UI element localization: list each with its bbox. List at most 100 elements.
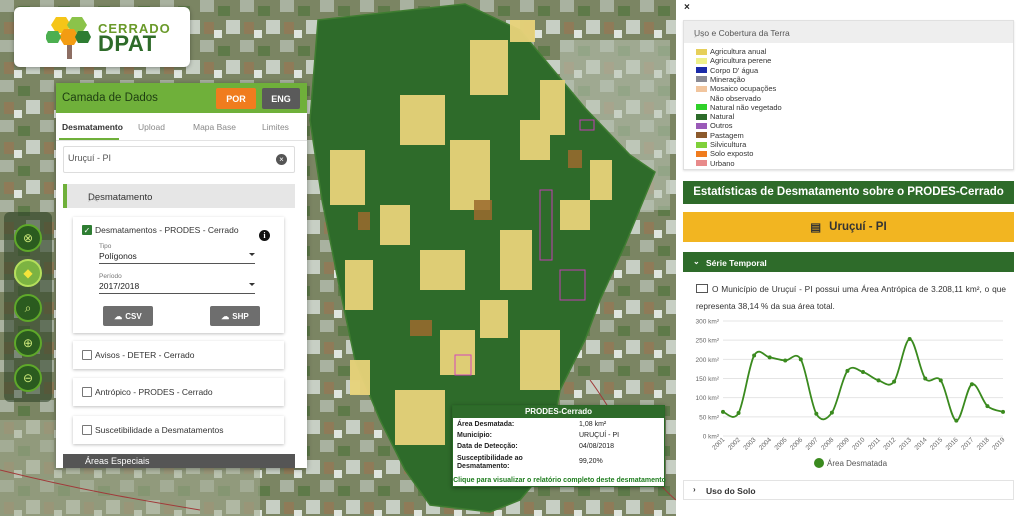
dropdown-arrow-icon [249, 283, 255, 286]
y-tick-label: 200 km² [696, 357, 720, 364]
panel-tabs: Desmatamento Upload Mapa Base Limites [56, 113, 307, 141]
data-point [923, 376, 928, 381]
legend-swatch [696, 150, 707, 157]
legend-swatch [696, 76, 707, 83]
layer-checkbox-suscetibilidade[interactable] [82, 425, 92, 435]
popup-key: Data de Detecção: [457, 443, 518, 450]
search-input[interactable] [68, 153, 258, 163]
periodo-select[interactable]: 2017/2018 [99, 281, 255, 294]
zoom-out-button[interactable]: ⊖ [14, 364, 42, 392]
time-series-chart: 0 km²50 km²100 km²150 km²200 km²250 km²3… [696, 319, 1007, 468]
accordion-title: Série Temporal [706, 258, 767, 268]
legend-label: Corpo D' água [710, 65, 759, 75]
shp-label: SHP [232, 311, 249, 321]
tab-desmatamento[interactable]: Desmatamento [62, 122, 123, 132]
csv-label: CSV [125, 311, 142, 321]
legend-item: Solo exposto [696, 149, 753, 158]
dropdown-arrow-icon [249, 253, 255, 256]
legend-label: Solo exposto [710, 149, 754, 159]
section-desmatamento-header[interactable]: Desmatamento ︿ [63, 184, 295, 208]
periodo-value: 2017/2018 [99, 281, 140, 291]
layer-checkbox-deter[interactable] [82, 350, 92, 360]
layer-label-prodes: Desmatamentos - PRODES - Cerrado [95, 225, 239, 235]
lang-eng-button[interactable]: ENG [262, 88, 300, 109]
data-point [767, 355, 772, 360]
close-layers-tool-button[interactable]: ⊗ [14, 224, 42, 252]
legend-swatch [696, 57, 707, 64]
series-line [722, 338, 1004, 422]
legend-label: Natural [710, 112, 735, 122]
popup-value: 04/08/2018 [579, 443, 615, 450]
clear-search-button[interactable]: × [276, 154, 287, 165]
search-icon: ⌕ [24, 300, 32, 315]
close-sidebar-button[interactable]: × [684, 2, 690, 13]
legend-item: Outros [696, 121, 733, 130]
x-tick-label: 2017 [960, 436, 975, 451]
x-tick-label: 2014 [913, 436, 928, 451]
info-icon[interactable]: i [259, 230, 270, 241]
stats-title: Estatísticas de Desmatamento sobre o PRO… [683, 181, 1014, 204]
data-point [954, 418, 959, 423]
popup-value: 99,20% [579, 458, 603, 465]
accordion-uso-do-solo[interactable]: › Uso do Solo [683, 480, 1014, 500]
deforestation-popup: PRODES-Cerrado Área Desmatada: 1,08 km² M… [452, 405, 666, 487]
layer-label-deter: Avisos - DETER - Cerrado [95, 350, 195, 360]
x-tick-label: 2003 [742, 436, 757, 451]
x-tick-label: 2015 [929, 436, 944, 451]
legend-item: Agricultura anual [696, 47, 766, 56]
layer-checkbox-prodes[interactable]: ✓ [82, 225, 92, 235]
data-point [969, 382, 974, 387]
layer-card-suscetibilidade: Suscetibilidade a Desmatamentos [73, 416, 284, 444]
data-point [907, 337, 912, 342]
popup-key: Susceptibilidade ao Desmatamento: [457, 455, 523, 470]
document-icon: ▤ [810, 222, 822, 234]
tab-mapa-base[interactable]: Mapa Base [193, 122, 236, 132]
popup-report-link[interactable]: Clique para visualizar o relatório compl… [453, 477, 666, 484]
x-tick-label: 2010 [851, 436, 866, 451]
legend-item: Pastagem [696, 131, 744, 140]
layer-label-antropico: Antrópico - PRODES - Cerrado [95, 387, 213, 397]
layer-card-antropico: Antrópico - PRODES - Cerrado [73, 378, 284, 406]
data-point [829, 410, 834, 415]
tab-limites[interactable]: Limites [262, 122, 289, 132]
lang-por-button[interactable]: POR [216, 88, 256, 109]
legend-swatch [696, 67, 707, 74]
data-point [892, 379, 897, 384]
municipality-search: × [63, 146, 295, 173]
layer-card-deter: Avisos - DETER - Cerrado [73, 341, 284, 369]
legend-item: Natural [696, 112, 734, 121]
layer-checkbox-antropico[interactable] [82, 387, 92, 397]
data-point [938, 378, 943, 383]
layers-tool-button[interactable]: ◆ [14, 259, 42, 287]
x-tick-label: 2005 [773, 436, 788, 451]
y-tick-label: 300 km² [696, 319, 720, 326]
legend-label: Não observado [710, 93, 761, 103]
legend-header[interactable]: Uso e Cobertura da Terra ︿ [684, 21, 1013, 43]
download-csv-button[interactable]: ☁ CSV [103, 306, 153, 326]
search-tool-button[interactable]: ⌕ [14, 294, 42, 322]
x-tick-label: 2008 [820, 436, 835, 451]
data-point [783, 358, 788, 363]
legend-item: Agricultura perene [696, 56, 771, 65]
legend-label: Silvicultura [710, 140, 747, 149]
municipality-report-button[interactable]: ▤ Uruçuí - PI [683, 212, 1014, 242]
y-tick-label: 250 km² [696, 338, 720, 345]
legend-marker [814, 458, 824, 468]
tipo-select[interactable]: Polígonos [99, 251, 255, 264]
popup-title: PRODES-Cerrado [453, 406, 664, 418]
chevron-right-icon: › [693, 485, 696, 494]
accordion-serie-temporal[interactable]: ⌄ Série Temporal [683, 252, 1014, 272]
section-title: Áreas Especiais [85, 456, 150, 466]
chart-area-icon [696, 284, 708, 293]
logo-text-dpat: DPAT [98, 31, 157, 56]
section-areas-especiais-header[interactable]: Áreas Especiais [63, 454, 295, 468]
periodo-label: Período [99, 273, 122, 280]
chevron-down-icon: ⌄ [693, 257, 700, 266]
zoom-in-button[interactable]: ⊕ [14, 329, 42, 357]
tab-upload[interactable]: Upload [138, 122, 165, 132]
x-tick-label: 2018 [976, 436, 991, 451]
cloud-download-icon: ☁ [114, 311, 123, 321]
popup-key: Município: [457, 432, 492, 439]
download-shp-button[interactable]: ☁ SHP [210, 306, 260, 326]
data-point [798, 357, 803, 362]
